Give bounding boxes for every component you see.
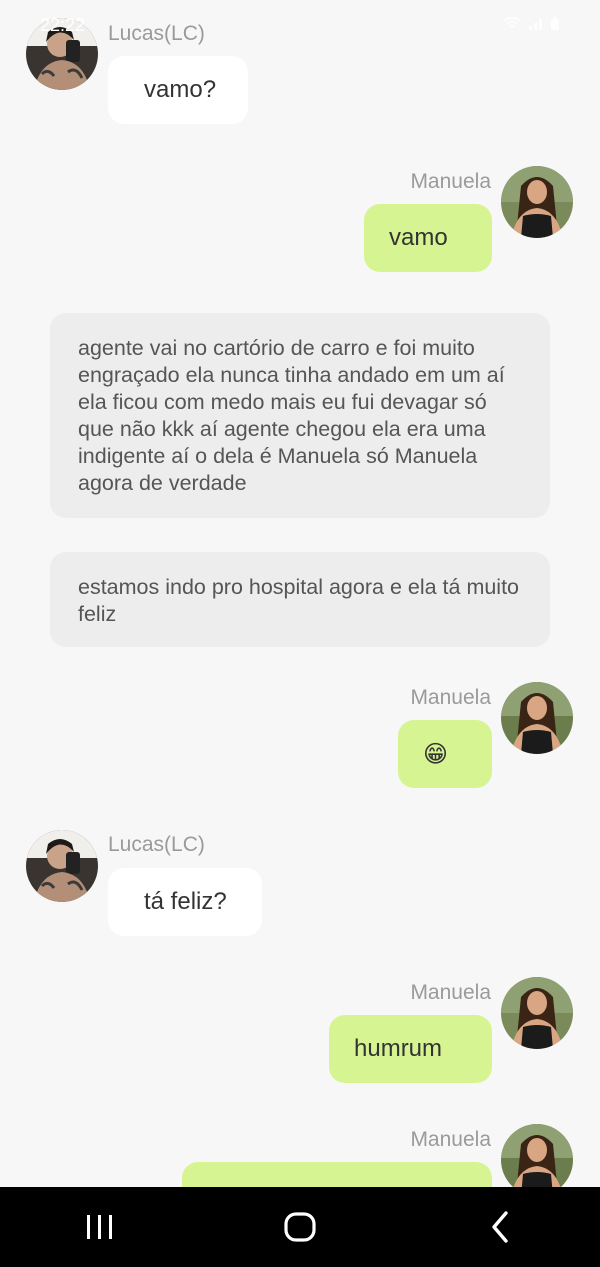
sender-name: Manuela — [410, 686, 491, 709]
avatar-lucas[interactable] — [26, 830, 98, 902]
message-text: humrum — [354, 1035, 443, 1062]
home-icon[interactable] — [270, 1197, 330, 1257]
grinning-emoji-icon: 😁 — [423, 740, 449, 768]
avatar-manuela[interactable] — [501, 977, 573, 1049]
avatar-manuela[interactable] — [501, 682, 573, 754]
message-text: tá feliz? — [144, 888, 227, 915]
message-bubble-outgoing[interactable]: vamo — [364, 204, 492, 272]
wifi-icon — [502, 15, 522, 36]
recent-apps-icon[interactable] — [70, 1197, 130, 1257]
message-bubble-outgoing[interactable]: humrum — [329, 1015, 492, 1083]
sender-name: Manuela — [410, 981, 491, 1004]
navigation-bar — [0, 1187, 600, 1267]
chat-screen: 22:22 Lucas(LC) vamo? Manuela vamo agent… — [0, 0, 600, 1267]
narration-bubble[interactable]: estamos indo pro hospital agora e ela tá… — [50, 552, 550, 647]
narration-text: agente vai no cartório de carro e foi mu… — [78, 336, 505, 495]
message-bubble-incoming[interactable]: vamo? — [108, 56, 248, 124]
battery-icon — [550, 15, 560, 36]
narration-text: estamos indo pro hospital agora e ela tá… — [78, 575, 520, 626]
narration-bubble[interactable]: agente vai no cartório de carro e foi mu… — [50, 313, 550, 518]
message-bubble-incoming[interactable]: tá feliz? — [108, 868, 262, 936]
sender-name: Lucas(LC) — [108, 833, 205, 856]
message-text: vamo? — [144, 76, 217, 103]
status-icons — [502, 15, 560, 36]
status-time: 22:22 — [40, 14, 86, 35]
message-list[interactable]: Lucas(LC) vamo? Manuela vamo agente vai … — [0, 0, 600, 1187]
message-bubble-outgoing[interactable] — [182, 1162, 492, 1187]
back-icon[interactable] — [470, 1197, 530, 1257]
message-bubble-outgoing[interactable]: 😁 — [398, 720, 492, 788]
avatar-manuela[interactable] — [501, 1124, 573, 1187]
sender-name: Manuela — [410, 1128, 491, 1151]
sender-name: Manuela — [410, 170, 491, 193]
avatar-manuela[interactable] — [501, 166, 573, 238]
status-bar: 22:22 — [40, 12, 560, 38]
message-text: vamo — [389, 224, 448, 251]
signal-icon — [528, 15, 544, 36]
